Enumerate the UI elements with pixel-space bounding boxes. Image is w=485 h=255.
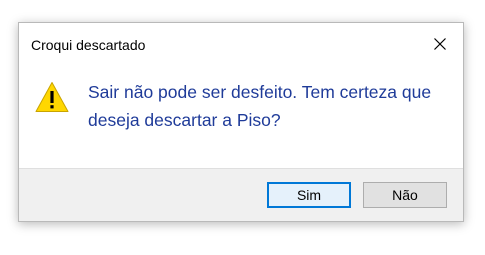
yes-button[interactable]: Sim: [267, 182, 351, 208]
dialog-content: Sair não pode ser desfeito. Tem certeza …: [19, 65, 463, 168]
discard-sketch-dialog: Croqui descartado Sair não pode ser desf…: [18, 22, 464, 222]
warning-icon: [35, 82, 69, 112]
dialog-titlebar[interactable]: Croqui descartado: [19, 23, 463, 65]
dialog-button-bar: Sim Não: [19, 168, 463, 221]
close-button[interactable]: [417, 23, 463, 65]
close-icon: [434, 38, 446, 50]
dialog-title: Croqui descartado: [31, 37, 146, 53]
dialog-message: Sair não pode ser desfeito. Tem certeza …: [88, 82, 432, 130]
no-button[interactable]: Não: [363, 182, 447, 208]
